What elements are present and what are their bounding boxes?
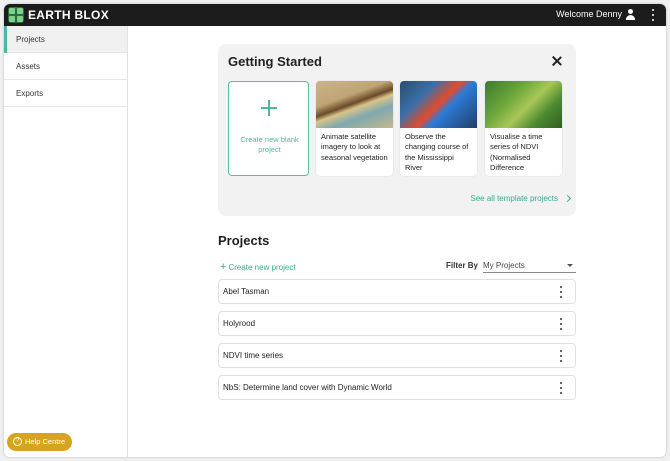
create-new-project-link[interactable]: + Create new project <box>220 261 296 273</box>
more-options-icon[interactable] <box>559 286 563 298</box>
help-centre-label: Help Centre <box>25 437 66 446</box>
project-row[interactable]: NDVI time series <box>218 343 576 368</box>
plus-icon <box>261 100 277 116</box>
sidebar-item-projects[interactable]: Projects <box>4 26 127 53</box>
help-icon: ? <box>13 437 22 446</box>
blank-project-label: Create new blank project <box>240 135 299 154</box>
project-row[interactable]: Abel Tasman <box>218 279 576 304</box>
template-thumbnail <box>485 81 562 128</box>
project-name: NbS: Determine land cover with Dynamic W… <box>223 383 392 392</box>
chevron-right-icon[interactable] <box>563 194 572 203</box>
create-blank-project-tile[interactable]: Create new blank project <box>228 81 309 176</box>
more-menu-icon[interactable] <box>651 9 655 21</box>
template-tile-seasonal-vegetation[interactable]: Animate satellite imagery to look at sea… <box>316 81 393 176</box>
sidebar-item-assets[interactable]: Assets <box>4 53 127 80</box>
template-thumbnail <box>316 81 393 128</box>
top-bar: EARTH BLOX Welcome Denny <box>4 4 666 26</box>
sidebar: Projects Assets Exports ? Help Centre <box>4 26 128 457</box>
welcome-text: Welcome Denny <box>556 9 622 19</box>
project-row[interactable]: Holyrood <box>218 311 576 336</box>
filter-select[interactable]: My Projects <box>483 258 576 273</box>
brand-name: EARTH BLOX <box>28 8 109 22</box>
template-label: Visualise a time series of NDVI (Normali… <box>490 132 543 173</box>
getting-started-title: Getting Started <box>228 54 322 69</box>
project-name: Abel Tasman <box>223 287 270 296</box>
project-name: NDVI time series <box>223 351 284 360</box>
more-options-icon[interactable] <box>559 318 563 330</box>
sidebar-item-exports[interactable]: Exports <box>4 80 127 107</box>
caret-down-icon <box>567 264 573 267</box>
template-label: Observe the changing course of the Missi… <box>405 132 469 173</box>
user-icon[interactable] <box>625 9 636 20</box>
getting-started-panel: Getting Started Create new blank project… <box>218 44 576 216</box>
create-new-project-label: Create new project <box>228 263 296 272</box>
filter-value: My Projects <box>483 261 525 270</box>
template-tile-mississippi[interactable]: Observe the changing course of the Missi… <box>400 81 477 176</box>
filter-label: Filter By <box>446 261 479 270</box>
project-row[interactable]: NbS: Determine land cover with Dynamic W… <box>218 375 576 400</box>
project-name: Holyrood <box>223 319 256 328</box>
app-window: EARTH BLOX Welcome Denny Projects Assets… <box>4 4 666 457</box>
see-all-templates-link[interactable]: See all template projects <box>470 194 558 203</box>
help-centre-button[interactable]: ? Help Centre <box>7 433 72 451</box>
template-tile-ndvi[interactable]: Visualise a time series of NDVI (Normali… <box>485 81 562 176</box>
more-options-icon[interactable] <box>559 350 563 362</box>
more-options-icon[interactable] <box>559 382 563 394</box>
projects-title: Projects <box>218 233 270 248</box>
plus-icon: + <box>220 261 227 273</box>
template-label: Animate satellite imagery to look at sea… <box>321 132 388 162</box>
earth-blox-logo-icon[interactable] <box>8 7 24 23</box>
close-icon[interactable] <box>552 56 562 66</box>
template-thumbnail <box>400 81 477 128</box>
